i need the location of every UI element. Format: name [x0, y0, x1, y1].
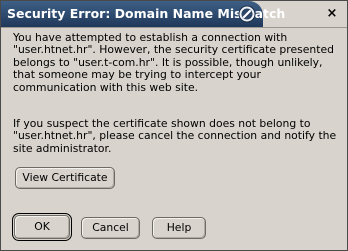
view-certificate-button[interactable]: View Certificate: [15, 167, 115, 189]
help-button[interactable]: Help: [152, 217, 206, 239]
message-paragraph-1: You have attempted to establish a connec…: [13, 31, 334, 94]
ok-button[interactable]: OK: [12, 213, 72, 241]
title-divider: [1, 27, 347, 28]
close-button[interactable]: ×: [325, 7, 339, 21]
security-error-dialog: Security Error: Domain Name Mismatch × Y…: [0, 0, 348, 251]
title-tab: Security Error: Domain Name Mismatch: [1, 1, 285, 27]
message-paragraph-2: If you suspect the certificate shown doe…: [13, 117, 337, 155]
security-warning-icon: [238, 5, 256, 23]
title-bar[interactable]: Security Error: Domain Name Mismatch ×: [1, 1, 347, 27]
cancel-button[interactable]: Cancel: [81, 217, 140, 239]
